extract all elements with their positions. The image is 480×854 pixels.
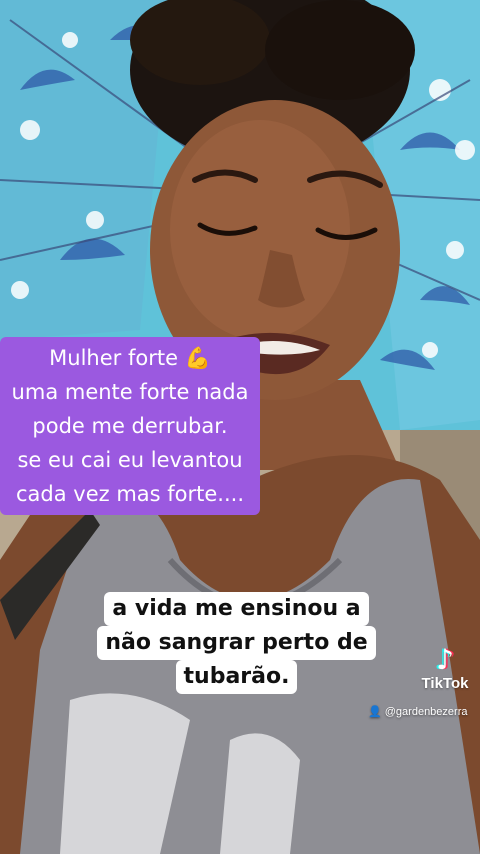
caption-top-line: pode me derrubar. [32,414,228,438]
person-icon: 👤 [368,706,382,718]
caption-bottom-line: não sangrar perto de [97,626,376,660]
caption-top-line: uma mente forte nada [11,380,249,404]
caption-bottom: a vida me ensinou a não sangrar perto de… [85,592,388,694]
caption-top: Mulher forte 💪 uma mente forte nada pode… [0,337,260,515]
caption-bottom-line: a vida me ensinou a [104,592,369,626]
tiktok-brand: TikTok [421,675,469,692]
caption-top-line: se eu cai eu levantou [17,448,243,472]
watermark-username: @gardenbezerra [384,706,468,718]
caption-bottom-line: tubarão. [175,660,298,694]
caption-top-line: cada vez mas forte.... [15,482,244,506]
watermark-username-row: 👤 @gardenbezerra [368,705,467,718]
video-frame: Mulher forte 💪 uma mente forte nada pode… [0,0,480,854]
tiktok-note-icon: ♪ [436,643,454,676]
tiktok-watermark: ♪ TikTok [420,643,470,693]
caption-top-line: Mulher forte 💪 [49,346,211,370]
